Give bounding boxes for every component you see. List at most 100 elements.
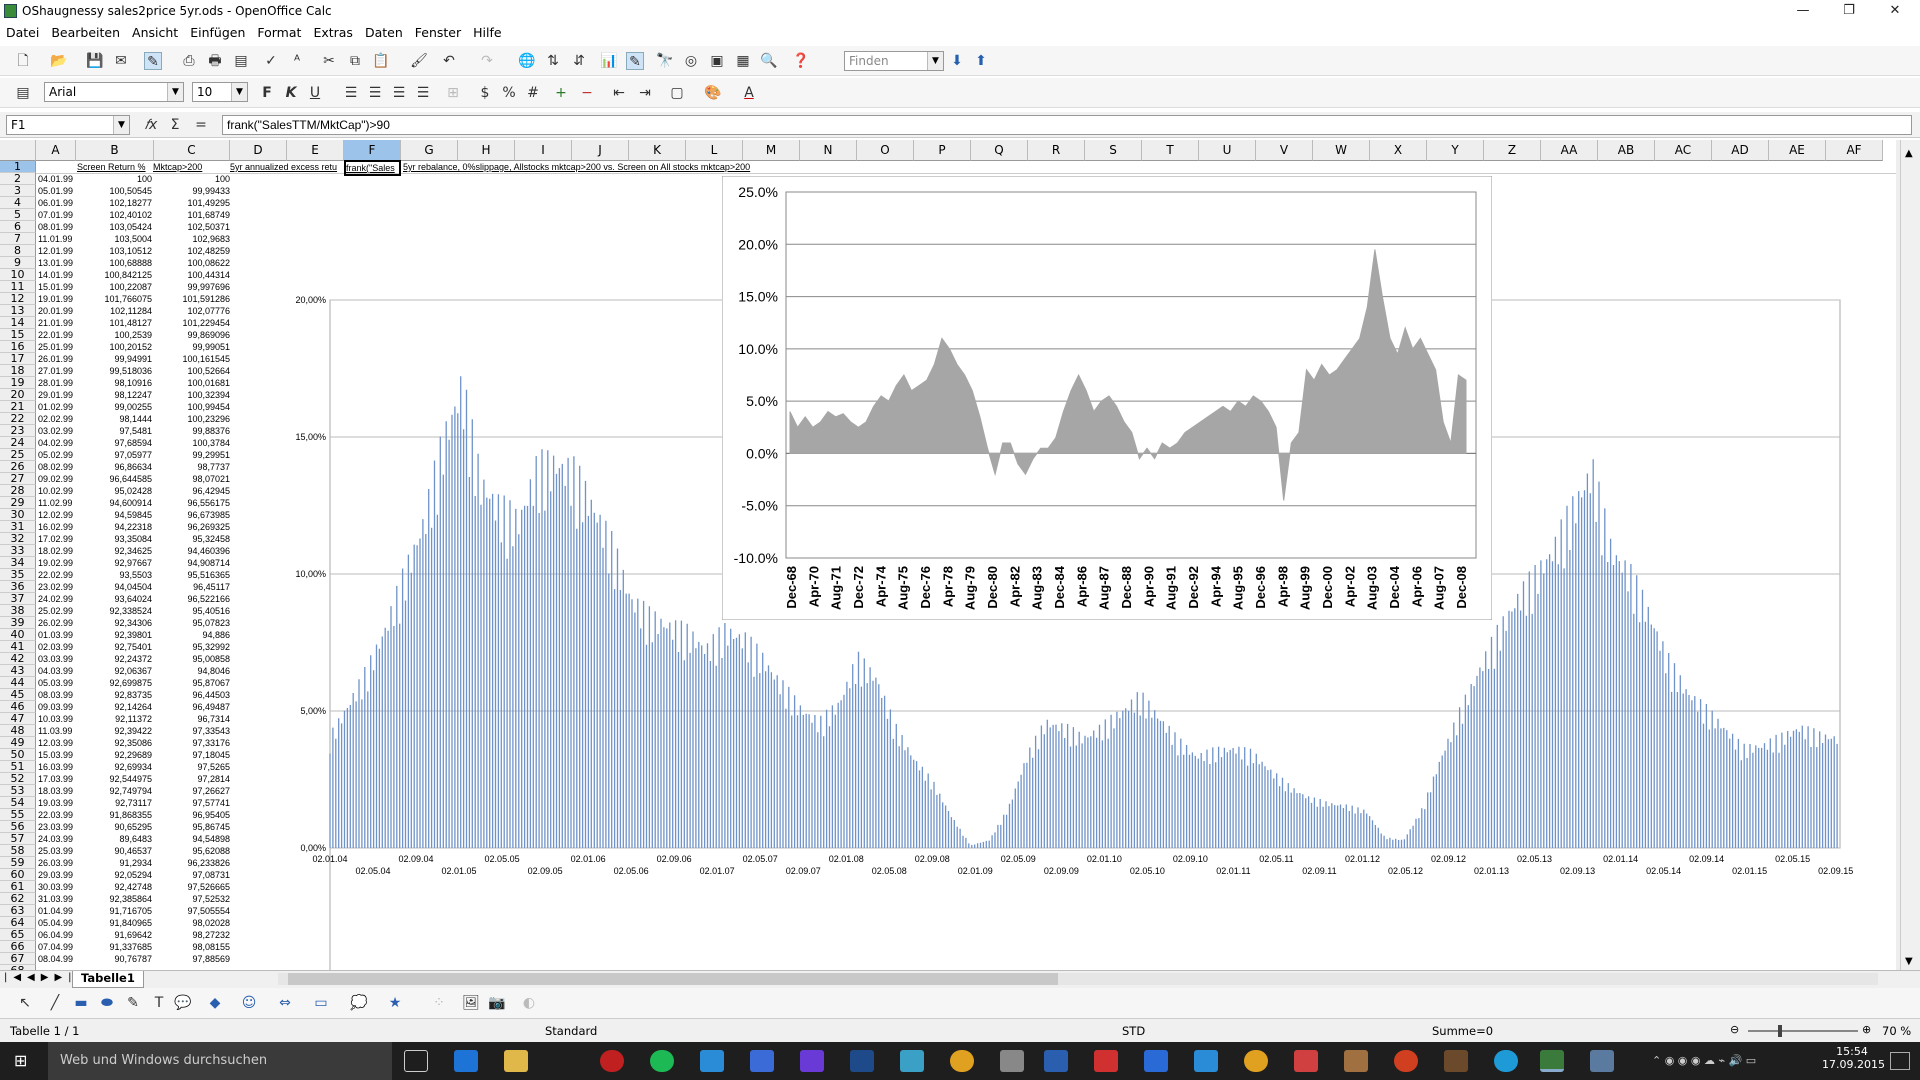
cell-date[interactable]: 08.02.99 <box>38 461 73 473</box>
column-header-c[interactable]: C <box>154 140 230 161</box>
cell-screen-return[interactable]: 94,04504 <box>76 581 152 593</box>
sheet-nav-icons[interactable]: |◀◀▶▶| <box>4 972 78 983</box>
cell-screen-return[interactable]: 92,544975 <box>76 773 152 785</box>
cell-date[interactable]: 23.02.99 <box>38 581 73 593</box>
cell-mktcap[interactable]: 98,27232 <box>154 929 230 941</box>
cell-mktcap[interactable]: 98,07021 <box>154 473 230 485</box>
cell-mktcap[interactable]: 97,505554 <box>154 905 230 917</box>
new-document-icon[interactable]: 🗋 <box>14 52 32 70</box>
cell-mktcap[interactable]: 94,908714 <box>154 557 230 569</box>
navigator-icon[interactable]: ◎ <box>682 52 700 70</box>
cell-date[interactable]: 04.02.99 <box>38 437 73 449</box>
cell-date[interactable]: 25.02.99 <box>38 605 73 617</box>
bold-button[interactable]: F <box>258 84 276 102</box>
mail-icon[interactable] <box>1144 1050 1168 1072</box>
sort-descending-icon[interactable]: ⇵ <box>570 52 588 70</box>
cell-date[interactable]: 21.01.99 <box>38 317 73 329</box>
chevron-down-icon[interactable]: ▼ <box>167 83 183 101</box>
cell-screen-return[interactable]: 90,76787 <box>76 953 152 965</box>
cell-mktcap[interactable]: 99,997696 <box>154 281 230 293</box>
line-tool-icon[interactable]: ╱ <box>46 994 64 1012</box>
cell-screen-return[interactable]: 92,34625 <box>76 545 152 557</box>
zoom-level[interactable]: 70 % <box>1882 1024 1911 1038</box>
cell-mktcap[interactable]: 95,86745 <box>154 821 230 833</box>
cell-date[interactable]: 12.01.99 <box>38 245 73 257</box>
header-rebalance-note[interactable]: 5yr rebalance, 0%slippage, Allstocks mkt… <box>403 161 750 173</box>
windows-start-icon[interactable]: ⊞ <box>14 1052 32 1070</box>
cell-screen-return[interactable]: 92,83735 <box>76 689 152 701</box>
cell-mktcap[interactable]: 96,44503 <box>154 689 230 701</box>
cell-screen-return[interactable]: 100 <box>76 173 152 185</box>
cell-date[interactable]: 05.03.99 <box>38 677 73 689</box>
cell-mktcap[interactable]: 99,99051 <box>154 341 230 353</box>
cell-date[interactable]: 30.03.99 <box>38 881 73 893</box>
app-brown2-icon[interactable] <box>1444 1050 1468 1072</box>
cell-mktcap[interactable]: 96,42945 <box>154 485 230 497</box>
cell-mktcap[interactable]: 96,49487 <box>154 701 230 713</box>
close-button[interactable]: ✕ <box>1872 0 1918 22</box>
cell-date[interactable]: 04.01.99 <box>38 173 73 185</box>
cell-date[interactable]: 28.01.99 <box>38 377 73 389</box>
status-selection-mode[interactable]: STD <box>1122 1024 1145 1038</box>
scroll-up-icon[interactable]: ▲ <box>1905 148 1913 159</box>
menu-bearbeiten[interactable]: Bearbeiten <box>45 22 126 40</box>
cell-date[interactable]: 13.01.99 <box>38 257 73 269</box>
cell-mktcap[interactable]: 97,26627 <box>154 785 230 797</box>
callout-tool-icon[interactable]: 💬 <box>174 994 192 1012</box>
hyperlink-icon[interactable]: 🌐 <box>518 52 536 70</box>
styles-icon[interactable]: ▤ <box>14 84 32 102</box>
cell-screen-return[interactable]: 92,11372 <box>76 713 152 725</box>
app-red2-icon[interactable] <box>1294 1050 1318 1072</box>
cell-date[interactable]: 03.03.99 <box>38 653 73 665</box>
cell-screen-return[interactable]: 92,39422 <box>76 725 152 737</box>
fontwork-icon[interactable]: 🖼 <box>462 994 480 1012</box>
add-decimal-icon[interactable]: + <box>552 84 570 102</box>
cell-date[interactable]: 12.02.99 <box>38 509 73 521</box>
insert-image-icon[interactable]: 📷 <box>488 994 506 1012</box>
cell-mktcap[interactable]: 94,54898 <box>154 833 230 845</box>
stars-icon[interactable]: ★ <box>386 994 404 1012</box>
column-header-d[interactable]: D <box>230 140 287 161</box>
cell-screen-return[interactable]: 92,05294 <box>76 869 152 881</box>
horizontal-scroll-thumb[interactable] <box>288 973 1058 985</box>
find-input[interactable]: Finden ▼ <box>844 51 944 71</box>
cell-mktcap[interactable]: 96,269325 <box>154 521 230 533</box>
app-brown-icon[interactable] <box>1344 1050 1368 1072</box>
cell-date[interactable]: 29.03.99 <box>38 869 73 881</box>
spotify-icon[interactable] <box>650 1050 674 1072</box>
cell-mktcap[interactable]: 98,02028 <box>154 917 230 929</box>
cell-mktcap[interactable]: 97,5265 <box>154 761 230 773</box>
cell-screen-return[interactable]: 92,39801 <box>76 629 152 641</box>
cell-date[interactable]: 07.01.99 <box>38 209 73 221</box>
cell-date[interactable]: 22.01.99 <box>38 329 73 341</box>
cell-date[interactable]: 16.03.99 <box>38 761 73 773</box>
column-header-k[interactable]: K <box>629 140 686 161</box>
cell-mktcap[interactable]: 95,32992 <box>154 641 230 653</box>
sort-ascending-icon[interactable]: ⇅ <box>544 52 562 70</box>
page-preview-icon[interactable]: ▤ <box>232 52 250 70</box>
cell-screen-return[interactable]: 99,518036 <box>76 365 152 377</box>
cell-date[interactable]: 06.04.99 <box>38 929 73 941</box>
column-header-u[interactable]: U <box>1199 140 1256 161</box>
extrusion-icon[interactable]: ◐ <box>520 994 538 1012</box>
cut-icon[interactable]: ✂ <box>320 52 338 70</box>
cell-date[interactable]: 20.01.99 <box>38 305 73 317</box>
cell-date[interactable]: 02.03.99 <box>38 641 73 653</box>
cell-screen-return[interactable]: 96,644585 <box>76 473 152 485</box>
find-next-icon[interactable]: ⬇ <box>948 52 966 70</box>
cell-date[interactable]: 01.03.99 <box>38 629 73 641</box>
cell-date[interactable]: 23.03.99 <box>38 821 73 833</box>
column-header-m[interactable]: M <box>743 140 800 161</box>
vertical-scrollbar-track[interactable]: ▲ ▼ <box>1900 140 1920 972</box>
undo-icon[interactable]: ↶ <box>440 52 458 70</box>
cell-mktcap[interactable]: 101,591286 <box>154 293 230 305</box>
cell-mktcap[interactable]: 97,08731 <box>154 869 230 881</box>
cell-screen-return[interactable]: 99,00255 <box>76 401 152 413</box>
cell-screen-return[interactable]: 99,94991 <box>76 353 152 365</box>
zoom-slider[interactable] <box>1748 1030 1858 1032</box>
cell-screen-return[interactable]: 95,02428 <box>76 485 152 497</box>
standard-format-icon[interactable]: # <box>524 84 542 102</box>
cell-date[interactable]: 04.03.99 <box>38 665 73 677</box>
edit-mode-icon[interactable]: ✎ <box>144 52 162 70</box>
cell-mktcap[interactable]: 99,29951 <box>154 449 230 461</box>
